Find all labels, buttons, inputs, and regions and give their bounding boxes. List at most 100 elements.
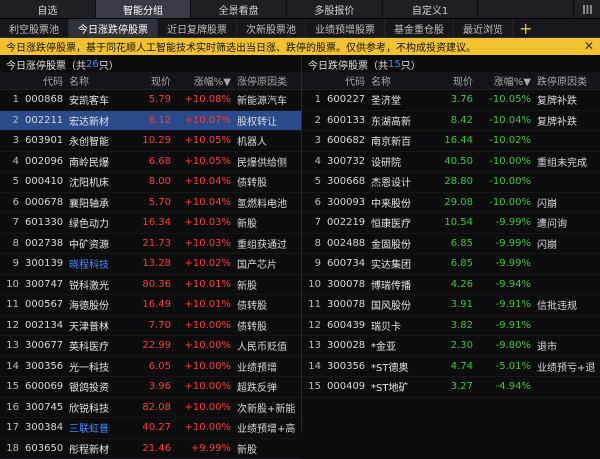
stock-name: 南岭民爆 bbox=[66, 151, 126, 172]
table-row[interactable]: 8 002738 中矿资源 21.73 +10.03% 重组获通过 bbox=[0, 233, 301, 254]
stock-code: 300384 bbox=[22, 417, 66, 439]
stock-price: 6.12 bbox=[126, 110, 174, 131]
top-tab-panorama[interactable]: 全景看盘 bbox=[191, 0, 288, 18]
table-row[interactable]: 18 603650 彤程新材 21.46 +9.99% 新股 bbox=[0, 438, 301, 459]
table-row[interactable]: 6 000678 襄阳轴承 5.70 +10.04% 氢燃料电池 bbox=[0, 192, 301, 213]
top-tab-watchlist[interactable]: 自选 bbox=[0, 0, 96, 18]
limit-reason: 债转股 bbox=[234, 171, 301, 193]
table-row[interactable]: 1 600227 圣济堂 3.76 -10.05% 复牌补跌 bbox=[302, 89, 600, 111]
stock-change: -10.00% bbox=[476, 192, 534, 213]
add-tab-icon[interactable]: + bbox=[519, 19, 532, 38]
table-row[interactable]: 2 002211 宏达新材 6.12 +10.07% 股权转让 bbox=[0, 110, 301, 131]
limit-reason: 新股 bbox=[234, 438, 301, 459]
table-row[interactable]: 17 300384 三联虹普 40.27 +10.00% 业绩预增+高 bbox=[0, 417, 301, 439]
limit-reason: 新能源汽车 bbox=[234, 89, 301, 111]
table-row[interactable]: 7 601330 绿色动力 16.34 +10.03% 新股 bbox=[0, 212, 301, 234]
table-row[interactable]: 2 600133 东湖高新 8.42 -10.04% 复牌补跌 bbox=[302, 110, 600, 131]
top-tab-smart-group[interactable]: 智能分组 bbox=[95, 0, 192, 18]
subtab-recent-browse[interactable]: 最近浏览 bbox=[454, 19, 513, 37]
table-row[interactable]: 13 300028 *金亚 2.30 -9.80% 退市 bbox=[302, 335, 600, 357]
table-row[interactable]: 15 600069 银鸽投资 3.96 +10.00% 超跌反弹 bbox=[0, 376, 301, 398]
table-row[interactable]: 3 600682 南京新百 16.44 -10.02% bbox=[302, 130, 600, 152]
table-row[interactable]: 6 300093 中来股份 29.08 -10.00% 闪崩 bbox=[302, 192, 600, 213]
col-reason[interactable]: 跌停原因类 bbox=[534, 72, 600, 90]
table-row[interactable]: 12 600439 瑞贝卡 3.82 -9.91% bbox=[302, 315, 600, 336]
table-row[interactable]: 13 300677 英科医疗 22.99 +10.00% 人民币贬值 bbox=[0, 335, 301, 357]
table-row[interactable]: 15 000409 *ST地矿 3.27 -4.94% bbox=[302, 376, 600, 398]
stock-price: 80.36 bbox=[126, 274, 174, 295]
stock-code: 000567 bbox=[22, 294, 66, 316]
col-name[interactable]: 名称 bbox=[368, 72, 428, 90]
stock-price: 40.27 bbox=[126, 417, 174, 439]
stock-name: 东湖高新 bbox=[368, 110, 428, 131]
subtab-new-listings[interactable]: 次新股票池 bbox=[237, 19, 306, 37]
table-row[interactable]: 10 300747 锐科激光 80.36 +10.01% 新股 bbox=[0, 274, 301, 295]
table-row[interactable]: 12 002134 天津普林 7.70 +10.00% 债转股 bbox=[0, 315, 301, 336]
stock-change: +10.00% bbox=[174, 335, 234, 357]
col-price[interactable]: 现价 bbox=[428, 72, 476, 90]
table-row[interactable]: 4 002096 南岭民爆 6.68 +10.05% 民爆供给侧 bbox=[0, 151, 301, 172]
limit-reason: 次新股+新能 bbox=[234, 397, 301, 418]
stock-code: 600734 bbox=[324, 253, 368, 275]
row-index: 1 bbox=[302, 89, 324, 111]
table-row[interactable]: 14 300356 光一科技 6.05 +10.00% 业绩预增 bbox=[0, 356, 301, 377]
table-row[interactable]: 9 300139 晓程科技 13.28 +10.02% 国产芯片 bbox=[0, 253, 301, 275]
stock-code: 603650 bbox=[22, 438, 66, 459]
col-code[interactable]: 代码 bbox=[22, 72, 66, 90]
stock-price: 10.54 bbox=[428, 212, 476, 234]
stock-price: 82.08 bbox=[126, 397, 174, 418]
table-row[interactable]: 11 000567 海德股份 16.49 +10.01% 债转股 bbox=[0, 294, 301, 316]
table-row[interactable]: 5 300668 杰恩设计 28.80 -10.00% bbox=[302, 171, 600, 193]
col-change[interactable]: 涨幅%▼ bbox=[476, 72, 534, 90]
stock-code: 000410 bbox=[22, 171, 66, 193]
row-index: 17 bbox=[0, 417, 22, 439]
stock-name: 永创智能 bbox=[66, 130, 126, 152]
col-index bbox=[0, 72, 22, 90]
stock-change: -10.00% bbox=[476, 151, 534, 172]
subtab-earnings-preview[interactable]: 业绩预增股票 bbox=[306, 19, 385, 37]
table-row[interactable]: 14 300356 *ST德奥 4.74 -5.01% 业绩预亏+退 bbox=[302, 356, 600, 377]
stock-code: 600227 bbox=[324, 89, 368, 111]
table-row[interactable]: 5 000410 沈阳机床 8.00 +10.04% 债转股 bbox=[0, 171, 301, 193]
top-tab-blank[interactable] bbox=[478, 0, 575, 18]
subtab-resumed-trading[interactable]: 近日复牌股票 bbox=[158, 19, 237, 37]
subtab-bearish-pool[interactable]: 利空股票池 bbox=[0, 19, 69, 37]
table-row[interactable]: 9 600734 实达集团 6.85 -9.99% bbox=[302, 253, 600, 275]
subtab-limit-up-down[interactable]: 今日涨跌停股票 bbox=[69, 19, 158, 37]
col-change[interactable]: 涨幅%▼ bbox=[174, 72, 234, 90]
notice-text: 今日涨跌停股票，基于同花顺人工智能技术实时筛选出当日涨、跌停的股票。仅供参考，不… bbox=[6, 43, 476, 54]
col-price[interactable]: 现价 bbox=[126, 72, 174, 90]
row-index: 2 bbox=[0, 110, 22, 131]
limit-reason: 重组获通过 bbox=[234, 233, 301, 254]
table-row[interactable]: 4 300732 设研院 40.50 -10.00% 重组未完成 bbox=[302, 151, 600, 172]
stock-price: 3.82 bbox=[428, 315, 476, 336]
row-index: 10 bbox=[302, 274, 324, 295]
table-row[interactable]: 3 603901 永创智能 10.29 +10.05% 机器人 bbox=[0, 130, 301, 152]
limit-reason: 退市 bbox=[534, 335, 600, 357]
stock-name: 中来股份 bbox=[368, 192, 428, 213]
table-row[interactable]: 7 002219 恒康医疗 10.54 -9.99% 遭问询 bbox=[302, 212, 600, 234]
subtab-fund-holdings[interactable]: 基金重仓股 bbox=[385, 19, 454, 37]
table-row[interactable]: 8 002488 金固股份 6.85 -9.99% 闪崩 bbox=[302, 233, 600, 254]
table-row[interactable]: 10 300078 博瑞传播 4.26 -9.94% bbox=[302, 274, 600, 295]
top-tab-multi-quote[interactable]: 多股报价 bbox=[287, 0, 383, 18]
stock-change: -10.00% bbox=[476, 171, 534, 193]
col-reason[interactable]: 涨停原因类 bbox=[234, 72, 301, 90]
grid-menu-icon[interactable] bbox=[574, 0, 600, 18]
stock-code: 300677 bbox=[22, 335, 66, 357]
stock-change: -9.91% bbox=[476, 294, 534, 316]
top-tab-custom-1[interactable]: 自定义1 bbox=[383, 0, 479, 18]
col-name[interactable]: 名称 bbox=[66, 72, 126, 90]
table-row[interactable]: 1 000868 安凯客车 5.79 +10.08% 新能源汽车 bbox=[0, 89, 301, 111]
table-row[interactable]: 16 300745 欣锐科技 82.08 +10.00% 次新股+新能 bbox=[0, 397, 301, 418]
close-icon[interactable]: ✕ bbox=[584, 39, 594, 53]
stock-change: +9.99% bbox=[174, 438, 234, 459]
stock-change: +10.05% bbox=[174, 130, 234, 152]
stock-name: 国风股份 bbox=[368, 294, 428, 316]
col-code[interactable]: 代码 bbox=[324, 72, 368, 90]
table-row[interactable]: 11 300078 国风股份 3.91 -9.91% 信批违规 bbox=[302, 294, 600, 316]
limit-reason: 人民币贬值 bbox=[234, 335, 301, 357]
limit-down-count: 15 bbox=[388, 58, 401, 70]
limit-reason bbox=[534, 253, 600, 275]
row-index: 14 bbox=[0, 356, 22, 377]
